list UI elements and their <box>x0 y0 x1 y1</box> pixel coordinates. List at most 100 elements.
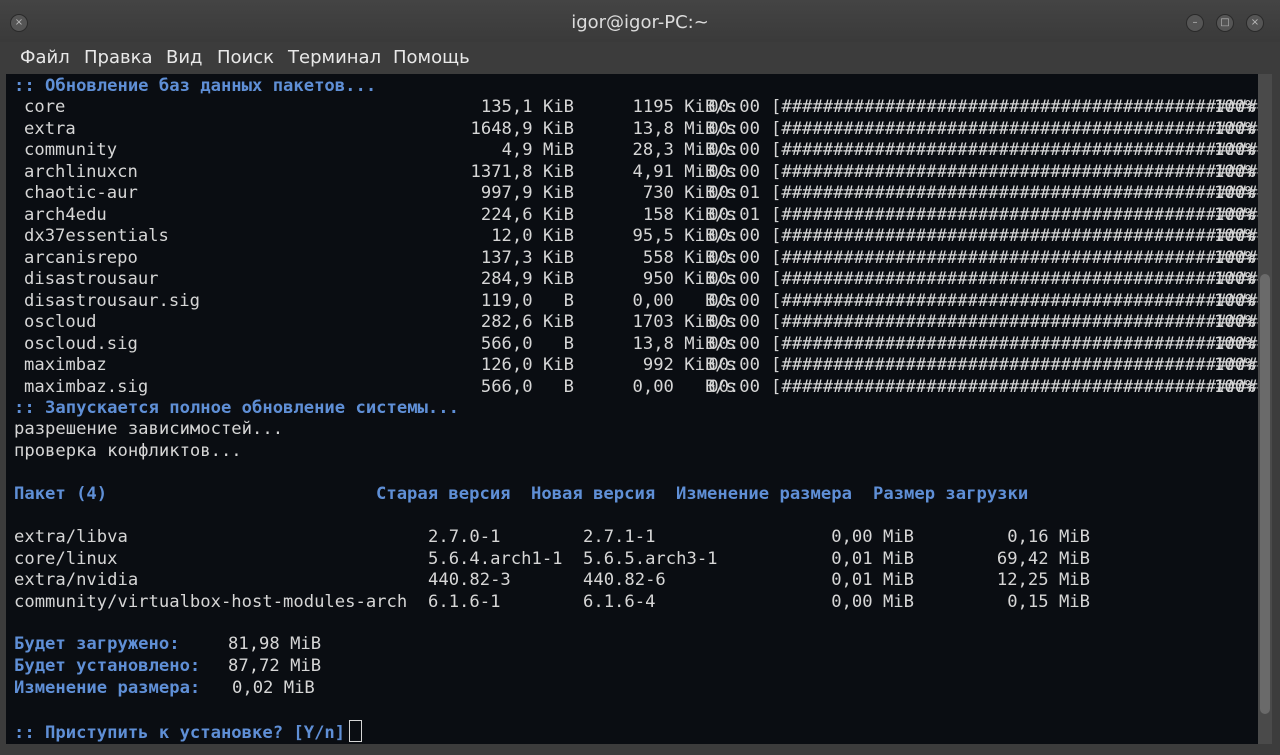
repo-size: 137,3 KiB <box>480 247 574 268</box>
repo-percent: 100% <box>1214 97 1256 117</box>
repo-name: oscloud <box>24 312 97 332</box>
menu-view[interactable]: Вид <box>166 47 203 68</box>
repo-name: maximbaz.sig <box>24 376 149 397</box>
repo-percent: 100% <box>1214 204 1256 225</box>
repo-bar: [#######################################… <box>771 226 1258 246</box>
title-bar[interactable]: × igor@igor-PC:~ – □ × <box>0 0 1280 42</box>
package-name: extra/nvidia <box>14 570 139 590</box>
repo-sync-row: maximbaz.sig 566,0 B 0,00 B/s 00:00 [#######… <box>14 377 1258 398</box>
package-old: 2.7.0-1 <box>428 527 501 547</box>
header-download-size: Размер загрузки <box>873 484 1029 504</box>
repo-percent: 100% <box>1214 333 1256 354</box>
repo-name: dx37essentials <box>24 226 169 246</box>
repo-time: 00:00 <box>708 247 760 268</box>
package-download: 69,42 MiB <box>996 548 1090 569</box>
repo-name: arch4edu <box>24 204 107 225</box>
package-old: 6.1.6-1 <box>428 591 501 612</box>
package-new: 5.6.5.arch3-1 <box>583 548 718 569</box>
repo-name: core <box>24 97 66 117</box>
repo-sync-row: chaotic-aur 997,9 KiB 730 KiB/s 00:01 [#####… <box>14 183 1258 204</box>
repo-name: arcanisrepo <box>24 247 138 268</box>
menu-edit[interactable]: Правка <box>84 47 153 68</box>
repo-sync-row: arch4edu 224,6 KiB 158 KiB/s 00:01 [########… <box>14 205 1258 226</box>
install-prompt[interactable]: :: Приступить к установке? [Y/n] <box>14 720 363 743</box>
repo-time: 00:00 <box>708 118 760 139</box>
checking-line: проверка конфликтов... <box>14 441 242 461</box>
terminal-window: × igor@igor-PC:~ – □ × Файл Правка Вид П… <box>0 0 1280 755</box>
repo-sync-row: core 135,1 KiB 1195 KiB/s 00:00 [###########… <box>14 97 1258 118</box>
package-new: 440.82-6 <box>583 570 666 590</box>
package-name: extra/libva <box>14 527 128 547</box>
repo-sync-row: disastrousaur.sig 119,0 B 0,00 B/s 00:00 [##… <box>14 291 1258 312</box>
package-name: core/linux <box>14 548 118 569</box>
repo-time: 00:00 <box>708 376 760 397</box>
repo-sync-row: oscloud 282,6 KiB 1703 KiB/s 00:00 [########… <box>14 312 1258 333</box>
package-new: 6.1.6-4 <box>583 591 656 612</box>
summary-label: Будет установлено: <box>14 656 201 676</box>
repo-size: 566,0 B <box>480 333 574 354</box>
repo-time: 00:00 <box>708 312 760 332</box>
repo-percent: 100% <box>1214 247 1256 268</box>
terminal-output[interactable]: :: Обновление баз данных пакетов... core… <box>6 74 1258 744</box>
repo-bar: [#######################################… <box>771 183 1258 203</box>
minimize-button[interactable]: – <box>1186 14 1204 32</box>
repo-name: disastrousaur.sig <box>24 290 200 311</box>
repo-size: 224,6 KiB <box>480 204 574 225</box>
repo-time: 00:00 <box>708 290 760 311</box>
repo-time: 00:00 <box>708 97 760 117</box>
package-name: community/virtualbox-host-modules-arch <box>14 591 408 612</box>
header-size-change: Изменение размера <box>676 484 852 504</box>
package-download: 0,16 MiB <box>1007 527 1090 547</box>
repo-bar: [#######################################… <box>771 290 1258 311</box>
maximize-button[interactable]: □ <box>1216 14 1234 32</box>
menu-search[interactable]: Поиск <box>217 47 274 68</box>
window-title: igor@igor-PC:~ <box>571 12 709 33</box>
scrollbar[interactable] <box>1258 74 1272 744</box>
close-button[interactable]: × <box>1246 14 1264 32</box>
repo-time: 00:00 <box>708 333 760 354</box>
repo-sync-row: disastrousaur 284,9 KiB 950 KiB/s 00:00 [###… <box>14 269 1258 290</box>
repo-size: 284,9 KiB <box>480 269 574 289</box>
repo-percent: 100% <box>1214 290 1256 311</box>
header-new-version: Новая версия <box>531 484 656 504</box>
menu-terminal[interactable]: Терминал <box>288 47 381 68</box>
repo-time: 00:00 <box>708 161 760 182</box>
scrollbar-thumb[interactable] <box>1260 274 1270 714</box>
package-old: 5.6.4.arch1-1 <box>428 548 563 569</box>
repo-sync-row: extra 1648,9 KiB 13,8 MiB/s 00:00 [#########… <box>14 119 1258 140</box>
repo-size: 566,0 B <box>480 376 574 397</box>
repo-size: 1648,9 KiB <box>470 118 574 139</box>
repo-time: 00:00 <box>708 355 760 375</box>
summary-label: Будет загружено: <box>14 634 180 654</box>
repo-percent: 100% <box>1214 269 1256 289</box>
repo-time: 00:01 <box>708 183 760 203</box>
repo-size: 997,9 KiB <box>480 183 574 203</box>
repo-percent: 100% <box>1214 312 1256 332</box>
repo-size: 1371,8 KiB <box>470 161 574 182</box>
package-change: 0,01 MiB <box>831 548 914 569</box>
repo-percent: 100% <box>1214 226 1256 246</box>
repo-time: 00:00 <box>708 140 760 160</box>
repo-percent: 100% <box>1214 140 1256 160</box>
repo-size: 135,1 KiB <box>480 97 574 117</box>
repo-percent: 100% <box>1214 183 1256 203</box>
repo-sync-row: maximbaz 126,0 KiB 992 KiB/s 00:00 [########… <box>14 355 1258 376</box>
repo-sync-row: dx37essentials 12,0 KiB 95,5 KiB/s 00:00 [##… <box>14 226 1258 247</box>
sync-header: :: Обновление баз данных пакетов... <box>14 76 377 96</box>
package-row: core/linux 5.6.4.arch1-1 5.6.5.arch3-1 0,01… <box>14 549 1114 570</box>
repo-sync-row: archlinuxcn 1371,8 KiB 4,91 MiB/s 00:00 [###… <box>14 162 1258 183</box>
package-row: community/virtualbox-host-modules-arch 6.… <box>14 592 1114 613</box>
package-change: 0,00 MiB <box>831 527 914 547</box>
menu-help[interactable]: Помощь <box>393 47 470 68</box>
package-old: 440.82-3 <box>428 570 511 590</box>
repo-size: 4,9 MiB <box>501 140 574 160</box>
repo-time: 00:00 <box>708 269 760 289</box>
repo-bar: [#######################################… <box>771 376 1258 397</box>
repo-bar: [#######################################… <box>771 247 1258 268</box>
repo-percent: 100% <box>1214 118 1256 139</box>
repo-size: 119,0 B <box>480 290 574 311</box>
repo-time: 00:00 <box>708 226 760 246</box>
summary-row: Будет загружено: 81,98 MiB <box>14 634 514 655</box>
repo-sync-row: oscloud.sig 566,0 B 13,8 MiB/s 00:00 [######… <box>14 334 1258 355</box>
menu-file[interactable]: Файл <box>20 47 70 68</box>
